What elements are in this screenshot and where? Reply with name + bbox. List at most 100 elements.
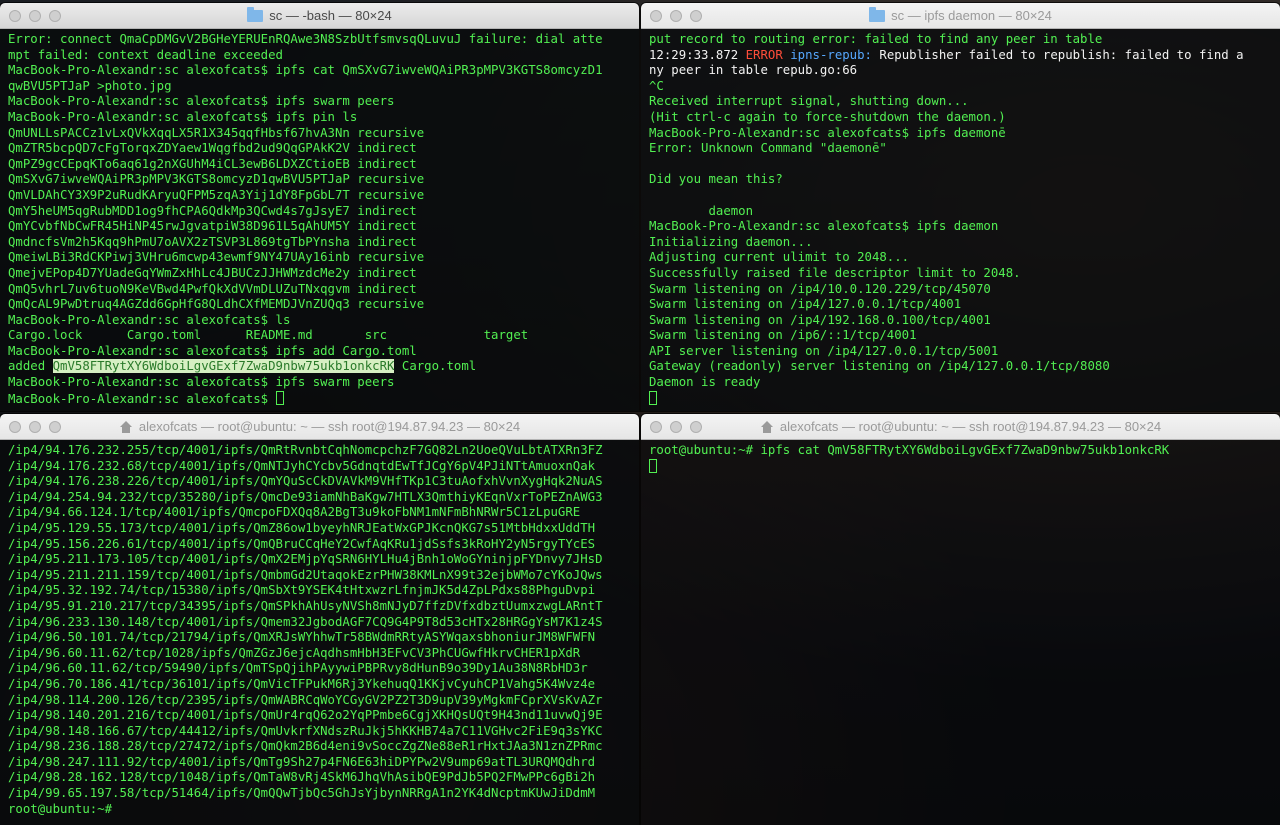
terminal-line: daemon bbox=[649, 203, 754, 218]
titlebar[interactable]: sc — ipfs daemon — 80×24 bbox=[641, 3, 1280, 29]
terminal-output[interactable]: put record to routing error: failed to f… bbox=[641, 29, 1280, 411]
titlebar[interactable]: alexofcats — root@ubuntu: ~ — ssh root@1… bbox=[0, 414, 639, 440]
command-line: root@ubuntu:~# ipfs cat QmV58FTRytXY6Wdb… bbox=[649, 443, 1170, 457]
peer-line: /ip4/94.176.232.68/tcp/4001/ipfs/QmNTJyh… bbox=[8, 458, 596, 473]
peer-line: /ip4/98.148.166.67/tcp/44412/ipfs/QmUvkr… bbox=[8, 723, 603, 738]
peer-line: /ip4/94.254.94.232/tcp/35280/ipfs/QmcDe9… bbox=[8, 489, 603, 504]
peer-line: /ip4/94.66.124.1/tcp/4001/ipfs/QmcpoFDXQ… bbox=[8, 505, 581, 520]
peer-line: /ip4/98.247.111.92/tcp/4001/ipfs/QmTg9Sh… bbox=[8, 754, 596, 769]
terminal-line: QmejvEPop4D7YUadeGqYWmZxHhLc4JBUCzJJHWMz… bbox=[8, 265, 417, 280]
terminal-line: Cargo.lock Cargo.toml README.md src targ… bbox=[8, 328, 529, 343]
terminal-line: qwBVU5PTJaP >photo.jpg bbox=[8, 78, 172, 93]
home-icon bbox=[760, 420, 774, 433]
terminal-window-bash[interactable]: sc — -bash — 80×24 Error: connect QmaCpD… bbox=[0, 3, 639, 411]
terminal-line: QmSXvG7iwveWQAiPR3pMPV3KGTS8omcyzD1qwBVU… bbox=[8, 172, 425, 187]
terminal-line: MacBook-Pro-Alexandr:sc alexofcats$ ipfs… bbox=[8, 109, 358, 124]
peer-line: /ip4/95.32.192.74/tcp/15380/ipfs/QmSbXt9… bbox=[8, 583, 596, 598]
terminal-line: ^C bbox=[649, 78, 664, 93]
zoom-button[interactable] bbox=[49, 421, 61, 433]
window-title-text: alexofcats — root@ubuntu: ~ — ssh root@1… bbox=[138, 419, 521, 434]
close-button[interactable] bbox=[9, 10, 21, 22]
peer-line: /ip4/95.211.173.105/tcp/4001/ipfs/QmX2EM… bbox=[8, 552, 603, 567]
terminal-line: Received interrupt signal, shutting down… bbox=[649, 94, 969, 109]
terminal-line: MacBook-Pro-Alexandr:sc alexofcats$ ipfs… bbox=[8, 343, 417, 358]
log-line: 12:29:33.872 ERROR ipns-repub: Republish… bbox=[649, 48, 1244, 62]
home-icon bbox=[119, 420, 133, 433]
peer-line: /ip4/94.176.238.226/tcp/4001/ipfs/QmYQuS… bbox=[8, 474, 603, 489]
terminal-line: Swarm listening on /ip4/127.0.0.1/tcp/40… bbox=[649, 297, 962, 312]
terminal-line: MacBook-Pro-Alexandr:sc alexofcats$ ipfs… bbox=[649, 219, 999, 234]
terminal-line: Swarm listening on /ip4/192.168.0.100/tc… bbox=[649, 312, 991, 327]
minimize-button[interactable] bbox=[29, 10, 41, 22]
peer-line: /ip4/95.211.211.159/tcp/4001/ipfs/QmbmGd… bbox=[8, 567, 603, 582]
terminal-line: Error: Unknown Command "daemonē" bbox=[649, 141, 887, 156]
terminal-window-ssh-left[interactable]: alexofcats — root@ubuntu: ~ — ssh root@1… bbox=[0, 414, 639, 825]
terminal-line: QmZTR5bcpQD7cFgTorqxZDYaew1Wqgfbd2ud9QqG… bbox=[8, 141, 417, 156]
peer-line: /ip4/96.233.130.148/tcp/4001/ipfs/Qmem32… bbox=[8, 614, 603, 629]
minimize-button[interactable] bbox=[670, 421, 682, 433]
peer-line: /ip4/95.129.55.173/tcp/4001/ipfs/QmZ86ow… bbox=[8, 520, 596, 535]
window-title: sc — -bash — 80×24 bbox=[247, 6, 392, 23]
terminal-output[interactable]: /ip4/94.176.232.255/tcp/4001/ipfs/QmRtRv… bbox=[0, 440, 639, 825]
terminal-line: Successfully raised file descriptor limi… bbox=[649, 265, 1021, 280]
prompt-text: MacBook-Pro-Alexandr:sc alexofcats$ bbox=[8, 391, 276, 406]
minimize-button[interactable] bbox=[29, 421, 41, 433]
minimize-button[interactable] bbox=[670, 10, 682, 22]
terminal-line: Adjusting current ulimit to 2048... bbox=[649, 250, 910, 265]
peer-line: /ip4/98.28.162.128/tcp/1048/ipfs/QmTaW8v… bbox=[8, 770, 596, 785]
window-title-text: alexofcats — root@ubuntu: ~ — ssh root@1… bbox=[779, 419, 1162, 434]
titlebar[interactable]: alexofcats — root@ubuntu: ~ — ssh root@1… bbox=[641, 414, 1280, 440]
terminal-window-ipfs-daemon[interactable]: sc — ipfs daemon — 80×24 put record to r… bbox=[641, 3, 1280, 411]
peer-line: /ip4/94.176.232.255/tcp/4001/ipfs/QmRtRv… bbox=[8, 443, 603, 457]
terminal-line: MacBook-Pro-Alexandr:sc alexofcats$ ipfs… bbox=[8, 63, 603, 78]
terminal-line: (Hit ctrl-c again to force-shutdown the … bbox=[649, 109, 1006, 124]
peer-line: /ip4/96.60.11.62/tcp/1028/ipfs/QmZGzJ6ej… bbox=[8, 645, 581, 660]
log-line-cont: ny peer in table repub.go:66 bbox=[649, 63, 857, 77]
prompt-line: root@ubuntu:~# bbox=[8, 802, 119, 816]
terminal-line: QmYCvbfNbCwFR45HiNP45rwJgvatpiW38D961L5q… bbox=[8, 219, 417, 234]
close-button[interactable] bbox=[650, 421, 662, 433]
terminal-line: QmQcAL9PwDtruq4AGZdd6GpHfG8QLdhCXfMEMDJV… bbox=[8, 297, 425, 312]
terminal-line: Initializing daemon... bbox=[649, 234, 813, 249]
added-suffix: Cargo.toml bbox=[394, 359, 477, 374]
text-cursor bbox=[649, 390, 657, 405]
terminal-line: QmdncfsVm2h5Kqq9hPmU7oAVX2zTSVP3L869tgTb… bbox=[8, 234, 417, 249]
peer-line: /ip4/98.114.200.126/tcp/2395/ipfs/QmWABR… bbox=[8, 692, 603, 707]
selected-hash[interactable]: QmV58FTRytXY6WdboiLgvGExf7ZwaD9nbw75ukb1… bbox=[52, 359, 395, 374]
zoom-button[interactable] bbox=[690, 421, 702, 433]
peer-line: /ip4/96.50.101.74/tcp/21794/ipfs/QmXRJsW… bbox=[8, 630, 596, 645]
peer-line: /ip4/96.60.11.62/tcp/59490/ipfs/QmTSpQji… bbox=[8, 661, 588, 676]
log-time: 12:29:33.872 bbox=[649, 47, 746, 62]
terminal-output[interactable]: root@ubuntu:~# ipfs cat QmV58FTRytXY6Wdb… bbox=[641, 440, 1280, 825]
terminal-line: Did you mean this? bbox=[649, 172, 783, 187]
peer-line: /ip4/98.140.201.216/tcp/4001/ipfs/QmUr4r… bbox=[8, 708, 603, 723]
terminal-line: MacBook-Pro-Alexandr:sc alexofcats$ ipfs… bbox=[649, 125, 1006, 140]
terminal-line: Swarm listening on /ip4/10.0.120.229/tcp… bbox=[649, 281, 991, 296]
terminal-line: QmVLDAhCY3X9P2uRudKAryuQFPM5zqA3Yij1dY8F… bbox=[8, 187, 425, 202]
log-message-cont: ny peer in table bbox=[649, 63, 776, 78]
close-button[interactable] bbox=[650, 10, 662, 22]
terminal-line: MacBook-Pro-Alexandr:sc alexofcats$ ipfs… bbox=[8, 94, 395, 109]
zoom-button[interactable] bbox=[690, 10, 702, 22]
titlebar[interactable]: sc — -bash — 80×24 bbox=[0, 3, 639, 29]
terminal-line: QmQ5vhrL7uv6tuoN9KeVBwd4PwfQkXdVVmDLUZuT… bbox=[8, 281, 417, 296]
terminal-line: QmY5heUM5qgRubMDD1og9fhCPA6QdkMp3QCwd4s7… bbox=[8, 203, 417, 218]
log-message: Republisher failed to republish: failed … bbox=[871, 47, 1244, 62]
log-module: ipns-repub: bbox=[782, 47, 872, 62]
prompt-line: MacBook-Pro-Alexandr:sc alexofcats$ bbox=[8, 390, 284, 406]
window-controls bbox=[650, 421, 702, 433]
terminal-line: Daemon is ready bbox=[649, 375, 761, 390]
terminal-line: QmUNLLsPACCz1vLxQVkXqqLX5R1X345qqfHbsf67… bbox=[8, 125, 425, 140]
window-controls bbox=[9, 10, 61, 22]
text-cursor bbox=[275, 390, 284, 405]
terminal-line: Error: connect QmaCpDMGvV2BGHeYERUEnRQAw… bbox=[8, 32, 603, 46]
terminal-window-ssh-right[interactable]: alexofcats — root@ubuntu: ~ — ssh root@1… bbox=[641, 414, 1280, 825]
peer-line: /ip4/95.156.226.61/tcp/4001/ipfs/QmQBruC… bbox=[8, 536, 596, 551]
terminal-line: QmPZ9gcCEpqKTo6aq61g2nXGUhM4iCL3ewB6LDXZ… bbox=[8, 156, 417, 171]
peer-line: /ip4/98.236.188.28/tcp/27472/ipfs/QmQkm2… bbox=[8, 739, 603, 754]
terminal-output[interactable]: Error: connect QmaCpDMGvV2BGHeYERUEnRQAw… bbox=[0, 29, 639, 411]
close-button[interactable] bbox=[9, 421, 21, 433]
zoom-button[interactable] bbox=[49, 10, 61, 22]
added-prefix: added bbox=[8, 359, 53, 374]
peer-line: /ip4/95.91.210.217/tcp/34395/ipfs/QmSPkh… bbox=[8, 598, 603, 613]
